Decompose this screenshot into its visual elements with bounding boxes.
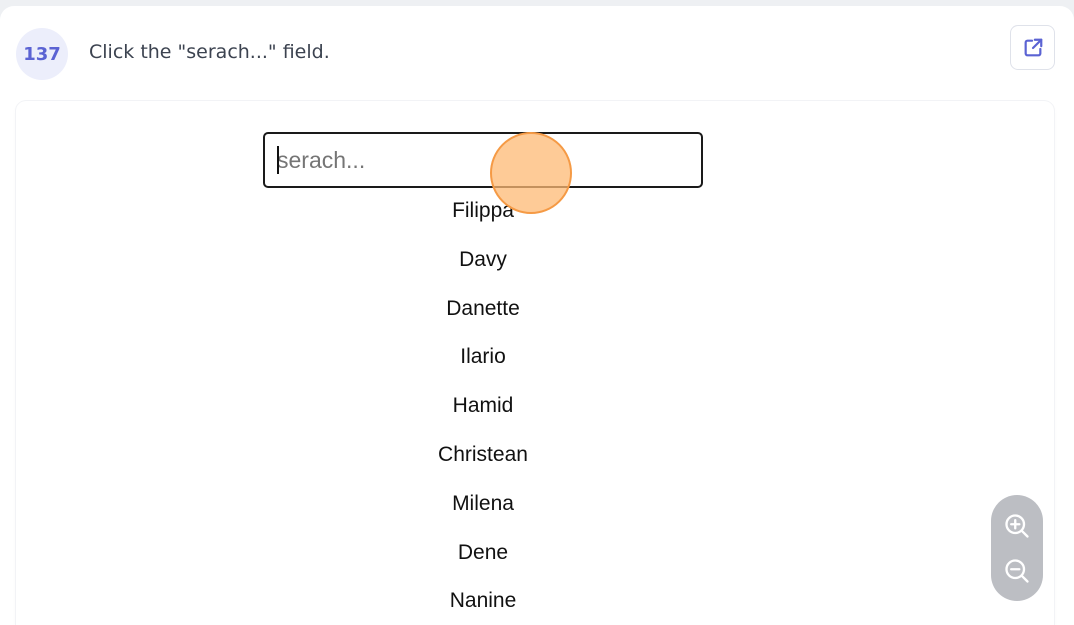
- zoom-in-button[interactable]: [999, 508, 1035, 544]
- list-item: Davy: [459, 247, 507, 271]
- list-item: Hamid: [452, 394, 514, 418]
- text-caret: [277, 146, 279, 174]
- screenshot-stage: Filippa Davy Danette Ilario Hamid Christ…: [16, 101, 1054, 625]
- list-item: Danette: [446, 296, 520, 320]
- list-item: Nanine: [449, 589, 517, 613]
- task-instruction: Click the "serach..." field.: [89, 41, 330, 63]
- search-input[interactable]: [263, 132, 703, 188]
- zoom-controls: [991, 495, 1043, 601]
- list-item: Filippa: [452, 199, 514, 222]
- list-item: Christean: [438, 442, 528, 466]
- zoom-out-button[interactable]: [999, 553, 1035, 589]
- open-external-button[interactable]: [1010, 25, 1055, 70]
- list-item: Dene: [457, 540, 509, 564]
- step-number-badge: 137: [16, 28, 68, 80]
- external-link-icon: [1024, 38, 1042, 56]
- name-list: Filippa Davy Danette Ilario Hamid Christ…: [263, 196, 703, 625]
- click-indicator: [490, 132, 572, 214]
- list-item: Ilario: [460, 345, 506, 369]
- zoom-in-icon: [1005, 513, 1029, 538]
- list-item: Milena: [452, 491, 514, 515]
- zoom-out-icon: [1005, 558, 1029, 583]
- task-card: 137 Click the "serach..." field. Filippa…: [0, 6, 1074, 625]
